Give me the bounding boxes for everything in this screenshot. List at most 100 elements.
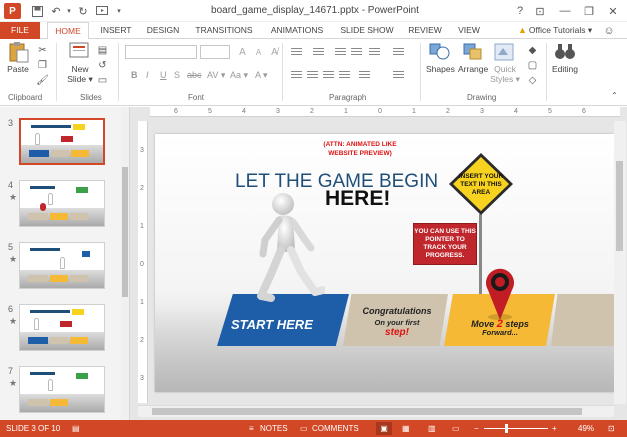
zoom-level[interactable]: 49% (578, 424, 594, 433)
slides-group-label: Slides (80, 93, 102, 102)
justify-icon[interactable] (338, 70, 351, 80)
change-case-button[interactable]: Aa ▾ (230, 70, 248, 81)
tab-insert[interactable]: INSERT (96, 22, 136, 39)
paste-button[interactable]: Paste (6, 41, 30, 74)
shape-effects-icon[interactable]: ◇ (526, 74, 539, 86)
shapes-button[interactable]: Shapes (426, 41, 455, 74)
walking-figure-icon[interactable] (255, 192, 325, 304)
vertical-scroll-handle[interactable] (616, 161, 623, 251)
horizontal-scrollbar[interactable] (138, 405, 614, 417)
bold-button[interactable]: B (131, 70, 138, 80)
congrats-text-2: On your first (374, 318, 420, 327)
thumbnail-scrollbar[interactable] (121, 107, 129, 420)
slide-thumbnail-6[interactable] (19, 304, 105, 351)
shape-outline-icon[interactable]: ▢ (526, 59, 539, 71)
columns-icon[interactable] (358, 70, 371, 80)
restore-button[interactable]: ❐ (580, 2, 598, 20)
font-size-box[interactable] (200, 45, 230, 59)
align-right-icon[interactable] (322, 70, 335, 80)
close-button[interactable]: ✕ (604, 2, 622, 20)
section-icon[interactable]: ▭ (96, 74, 109, 86)
notes-icon[interactable]: ≡ (249, 424, 254, 433)
ribbon-separator (282, 43, 283, 101)
increase-indent-icon[interactable] (350, 47, 363, 57)
tab-animations[interactable]: ANIMATIONS (264, 22, 330, 39)
customize-toolbar-icon[interactable]: ▾ (110, 3, 128, 19)
strikethrough-button[interactable]: abc (187, 70, 202, 80)
zoom-in-button[interactable]: + (552, 424, 557, 433)
horizontal-scroll-handle[interactable] (152, 408, 582, 415)
normal-view-icon[interactable]: ▣ (376, 422, 392, 435)
zoom-slider-track[interactable] (484, 428, 548, 429)
map-pin-icon[interactable] (480, 262, 520, 322)
help-button[interactable]: ? (511, 2, 529, 20)
quick-styles-button[interactable]: Quick Styles ▾ (490, 41, 520, 84)
vertical-scrollbar[interactable] (614, 121, 626, 404)
slide-sorter-icon[interactable]: ▦ (402, 424, 410, 433)
ribbon-display-options-button[interactable]: ⊡ (531, 2, 549, 20)
attn-note[interactable]: (ATTN: ANIMATED LIKE WEBSITE PREVIEW) (310, 140, 410, 158)
ruler-tick-label: 2 (310, 108, 314, 115)
reset-slide-icon[interactable]: ↺ (96, 59, 109, 71)
font-color-button[interactable]: A ▾ (255, 70, 268, 81)
powerpoint-app-icon[interactable]: P (4, 3, 21, 19)
decrease-font-icon[interactable]: A (252, 46, 265, 58)
underline-button[interactable]: U (160, 70, 167, 80)
decrease-indent-icon[interactable] (334, 47, 347, 57)
tab-view[interactable]: VIEW (453, 22, 485, 39)
start-slideshow-icon[interactable] (93, 3, 111, 19)
comments-icon[interactable]: ▭ (300, 424, 308, 433)
italic-button[interactable]: I (146, 70, 149, 80)
redo-icon[interactable]: ↻ (74, 3, 92, 19)
bullets-icon[interactable] (290, 47, 303, 57)
tab-review[interactable]: REVIEW (405, 22, 445, 39)
user-avatar-icon[interactable]: ☺ (600, 22, 618, 39)
reading-view-icon[interactable]: ▥ (428, 424, 436, 433)
copy-icon[interactable]: ❐ (36, 59, 49, 71)
arrange-button[interactable]: Arrange (458, 41, 488, 74)
shadow-button[interactable]: S (174, 70, 180, 80)
save-icon[interactable] (28, 3, 46, 19)
comments-button[interactable]: COMMENTS (312, 424, 359, 433)
zoom-out-button[interactable]: − (474, 424, 479, 433)
text-direction-icon[interactable] (392, 47, 405, 57)
fit-slide-icon[interactable]: ⊡ (608, 424, 615, 433)
line-spacing-icon[interactable] (368, 47, 381, 57)
slide-thumbnail-7[interactable] (19, 366, 105, 413)
collapse-ribbon-icon[interactable]: ⌃ (608, 89, 621, 101)
slideshow-view-icon[interactable]: ▭ (452, 424, 460, 433)
notes-button[interactable]: NOTES (260, 424, 288, 433)
slide-thumbnail-3[interactable] (19, 118, 105, 165)
slide-thumbnail-5[interactable] (19, 242, 105, 289)
align-text-icon[interactable] (392, 70, 405, 80)
tab-slide-show[interactable]: SLIDE SHOW (337, 22, 397, 39)
editing-button[interactable]: Editing (550, 41, 580, 74)
slide-canvas[interactable]: (ATTN: ANIMATED LIKE WEBSITE PREVIEW) LE… (155, 134, 614, 392)
tab-file[interactable]: FILE (0, 22, 40, 39)
align-center-icon[interactable] (306, 70, 319, 80)
spellcheck-icon[interactable]: ▤ (72, 424, 80, 433)
minimize-button[interactable]: — (556, 2, 574, 20)
slide-thumbnail-4[interactable] (19, 180, 105, 227)
align-left-icon[interactable] (290, 70, 303, 80)
next-tile[interactable] (551, 294, 614, 346)
slide-title-line-2[interactable]: HERE! (325, 187, 390, 211)
tab-design[interactable]: DESIGN (141, 22, 185, 39)
new-slide-button[interactable]: New Slide ▾ (66, 41, 94, 84)
clear-format-icon[interactable]: A̸ (268, 46, 281, 58)
tab-transitions[interactable]: TRANSITIONS (191, 22, 257, 39)
tab-home[interactable]: HOME (47, 22, 89, 40)
format-painter-icon[interactable]: 🖌 (36, 74, 49, 86)
account-menu[interactable]: ▲ Office Tutorials ▾ (518, 22, 592, 39)
pointer-callout[interactable]: YOU CAN USE THIS POINTER TO TRACK YOUR P… (413, 223, 477, 265)
char-spacing-button[interactable]: AV ▾ (207, 70, 225, 81)
numbering-icon[interactable] (312, 47, 325, 57)
font-name-box[interactable] (125, 45, 197, 59)
shape-fill-icon[interactable]: ◆ (526, 44, 539, 56)
slide-layout-icon[interactable]: ▤ (96, 44, 109, 56)
cut-icon[interactable]: ✂ (36, 44, 49, 56)
title-bar: P ↶ ▾ ↻ ▾ board_game_display_14671.pptx … (0, 0, 627, 22)
thumbnail-scroll-handle[interactable] (122, 167, 128, 297)
increase-font-icon[interactable]: A (236, 46, 249, 58)
zoom-slider-thumb[interactable] (505, 424, 508, 433)
